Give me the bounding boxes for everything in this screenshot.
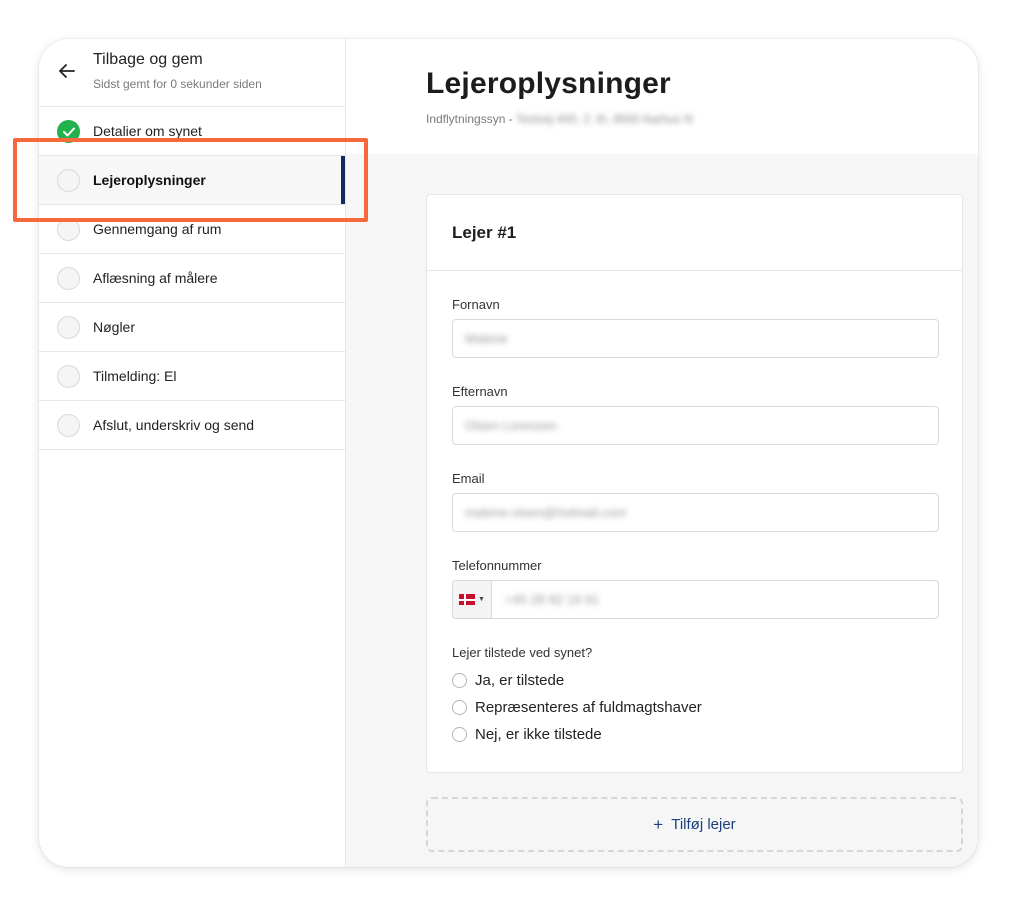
step-label: Gennemgang af rum xyxy=(93,221,222,237)
email-label: Email xyxy=(452,471,485,486)
phone-value: +45 28 82 19 91 xyxy=(505,592,600,607)
radio-label: Ja, er tilstede xyxy=(475,672,565,689)
app-window: Tilbage og gem Sidst gemt for 0 sekunder… xyxy=(39,39,978,867)
radio-label: Repræsenteres af fuldmagtshaver xyxy=(475,699,702,716)
step-label: Afslut, underskriv og send xyxy=(93,417,255,433)
page-header: Lejeroplysninger Indflytningssyn - Testv… xyxy=(346,39,978,154)
active-indicator xyxy=(341,156,345,204)
step-circle-icon xyxy=(57,169,80,192)
step-circle-icon xyxy=(57,316,80,339)
step-item-details[interactable]: Detalier om synet xyxy=(39,107,345,156)
caret-down-icon: ▼ xyxy=(478,596,485,603)
page-subtitle: Indflytningssyn - Testvej 400, 2. th, 80… xyxy=(426,112,693,126)
step-item-electricity[interactable]: Tilmelding: El xyxy=(39,352,345,401)
card-header: Lejer #1 xyxy=(427,195,962,271)
denmark-flag-icon xyxy=(459,594,476,605)
back-and-save-title[interactable]: Tilbage og gem xyxy=(93,51,203,69)
step-label: Tilmelding: El xyxy=(93,368,177,384)
presence-option-proxy[interactable]: Repræsenteres af fuldmagtshaver xyxy=(452,699,702,716)
card-title: Lejer #1 xyxy=(452,222,517,242)
sidebar: Tilbage og gem Sidst gemt for 0 sekunder… xyxy=(39,39,346,867)
step-circle-icon xyxy=(57,365,80,388)
radio-button[interactable] xyxy=(452,673,467,688)
step-item-tenant-info[interactable]: Lejeroplysninger xyxy=(39,156,345,205)
add-tenant-button[interactable]: + Tilføj lejer xyxy=(426,797,963,852)
step-item-room-review[interactable]: Gennemgang af rum xyxy=(39,205,345,254)
inspection-type: Indflytningssyn - xyxy=(426,112,513,126)
step-item-meter-reading[interactable]: Aflæsning af målere xyxy=(39,254,345,303)
step-label: Lejeroplysninger xyxy=(93,172,206,188)
presence-option-present[interactable]: Ja, er tilstede xyxy=(452,672,564,689)
radio-button[interactable] xyxy=(452,700,467,715)
step-item-finish[interactable]: Afslut, underskriv og send xyxy=(39,401,345,450)
main-content: Lejeroplysninger Indflytningssyn - Testv… xyxy=(346,39,978,867)
step-item-keys[interactable]: Nøgler xyxy=(39,303,345,352)
step-circle-icon xyxy=(57,218,80,241)
step-circle-icon xyxy=(57,267,80,290)
country-code-selector[interactable]: ▼ xyxy=(453,581,492,618)
step-label: Aflæsning af målere xyxy=(93,270,218,286)
first-name-value: Malene xyxy=(465,331,508,346)
radio-button[interactable] xyxy=(452,727,467,742)
address-text: Testvej 400, 2. th, 8000 Aarhus N xyxy=(515,112,693,126)
email-value: malene-olsen@hotmail.com xyxy=(465,505,627,520)
phone-field[interactable]: ▼ +45 28 82 19 91 xyxy=(452,580,939,619)
sidebar-header: Tilbage og gem Sidst gemt for 0 sekunder… xyxy=(39,39,345,107)
presence-option-not-present[interactable]: Nej, er ikke tilstede xyxy=(452,726,602,743)
last-name-field[interactable]: Olsen Lorenzen xyxy=(452,406,939,445)
back-arrow-icon[interactable] xyxy=(55,59,79,83)
page-title: Lejeroplysninger xyxy=(426,67,671,100)
add-tenant-label: Tilføj lejer xyxy=(671,816,736,833)
email-field[interactable]: malene-olsen@hotmail.com xyxy=(452,493,939,532)
presence-question: Lejer tilstede ved synet? xyxy=(452,645,593,660)
step-list: Detalier om synet Lejeroplysninger Genne… xyxy=(39,107,345,450)
step-label: Nøgler xyxy=(93,319,136,335)
last-name-label: Efternavn xyxy=(452,384,508,399)
step-circle-icon xyxy=(57,414,80,437)
phone-label: Telefonnummer xyxy=(452,558,542,573)
radio-label: Nej, er ikke tilstede xyxy=(475,726,602,743)
plus-icon: + xyxy=(653,814,664,834)
step-label: Detalier om synet xyxy=(93,123,202,139)
tenant-card: Lejer #1 Fornavn Malene Efternavn Olsen … xyxy=(426,194,963,773)
check-icon xyxy=(57,120,80,143)
saved-status: Sidst gemt for 0 sekunder siden xyxy=(93,77,262,91)
last-name-value: Olsen Lorenzen xyxy=(465,418,557,433)
first-name-label: Fornavn xyxy=(452,297,500,312)
first-name-field[interactable]: Malene xyxy=(452,319,939,358)
